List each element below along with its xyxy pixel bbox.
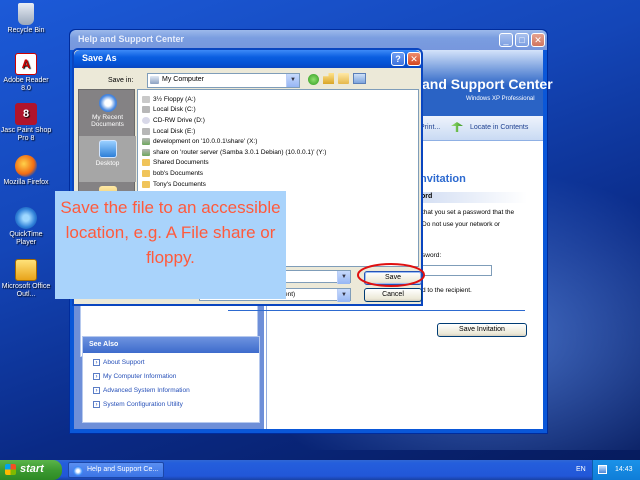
- minimize-button[interactable]: _: [499, 33, 513, 47]
- file-row[interactable]: Local Disk (C:): [142, 105, 418, 116]
- chevron-down-icon[interactable]: ▼: [286, 74, 299, 87]
- file-row[interactable]: share on 'router server (Samba 3.0.1 Deb…: [142, 147, 418, 158]
- start-label: start: [20, 463, 44, 475]
- my-computer-icon: [150, 76, 159, 84]
- file-row[interactable]: 3½ Floppy (A:): [142, 94, 418, 105]
- close-button[interactable]: ✕: [407, 52, 421, 66]
- firefox-icon: [15, 155, 37, 177]
- locate-in-contents-link[interactable]: Locate in Contents: [470, 124, 528, 131]
- save-in-value: My Computer: [162, 76, 205, 83]
- bullet-icon: ›: [93, 372, 100, 380]
- desktop-icon-adobe-reader[interactable]: A Adobe Reader 8.0: [0, 53, 52, 93]
- desktop-icon-recycle-bin[interactable]: Recycle Bin: [0, 3, 52, 35]
- help-window-titlebar[interactable]: Help and Support Center: [70, 30, 547, 50]
- clock[interactable]: 14:43: [615, 466, 633, 473]
- see-also-item[interactable]: › Advanced System Information: [83, 383, 259, 397]
- divider: [228, 310, 525, 311]
- file-row[interactable]: Tony's Documents: [142, 179, 418, 190]
- file-row[interactable]: Shared Documents: [142, 158, 418, 169]
- help-center-icon: [73, 466, 83, 476]
- folder-icon: [142, 159, 150, 167]
- file-row[interactable]: development on '10.0.0.1\share' (X:): [142, 136, 418, 147]
- help-edition: Windows XP Professional: [466, 96, 535, 102]
- cancel-button[interactable]: Cancel: [364, 288, 422, 302]
- password-input[interactable]: [422, 265, 492, 276]
- back-icon[interactable]: [308, 74, 319, 85]
- close-button[interactable]: ✕: [531, 33, 545, 47]
- cd-drive-icon: [142, 116, 150, 124]
- network-drive-icon: [142, 148, 150, 156]
- invitation-text-line2: Do not use your network or: [422, 221, 501, 228]
- file-row[interactable]: bob's Documents: [142, 168, 418, 179]
- save-in-label: Save in:: [108, 77, 134, 84]
- save-as-titlebar[interactable]: Save As: [74, 50, 421, 68]
- chevron-down-icon[interactable]: ▼: [337, 289, 350, 302]
- quicktime-icon: [15, 207, 37, 229]
- folder-icon: [142, 169, 150, 177]
- hard-disk-icon: [142, 127, 150, 135]
- save-highlight-ring: [357, 263, 425, 287]
- hard-disk-icon: [142, 106, 150, 114]
- recipient-text: d to the recipient.: [422, 287, 472, 294]
- desktop-icon-label: Recycle Bin: [7, 27, 45, 34]
- file-row[interactable]: Local Disk (E:): [142, 126, 418, 137]
- callout-text: Save the file to an accessible location,…: [60, 198, 281, 267]
- desktop-icon-paint-shop-pro[interactable]: 8 Jasc Paint Shop Pro 8: [0, 103, 52, 143]
- desktop-icon-outlook[interactable]: Microsoft Office Outl...: [0, 259, 52, 299]
- outlook-icon: [15, 259, 37, 281]
- see-also-item[interactable]: › My Computer Information: [83, 369, 259, 383]
- save-in-combo[interactable]: My Computer ▼: [147, 73, 300, 88]
- see-also-title: See Also: [83, 337, 259, 353]
- system-tray: 14:43: [592, 460, 640, 480]
- save-as-title: Save As: [82, 53, 117, 63]
- help-button[interactable]: ?: [391, 52, 405, 66]
- folder-icon: [142, 180, 150, 188]
- adobe-reader-icon: A: [15, 53, 37, 75]
- help-brand-title: and Support Center: [422, 76, 553, 92]
- start-button[interactable]: start: [0, 460, 62, 480]
- see-also-item[interactable]: › System Configuration Utility: [83, 397, 259, 411]
- see-also-panel: See Also › About Support › My Computer Inf…: [82, 336, 260, 423]
- desktop-icon-label: Mozilla Firefox: [3, 179, 49, 186]
- views-menu-icon[interactable]: [353, 73, 366, 84]
- help-window-title: Help and Support Center: [78, 34, 185, 44]
- desktop-icon-label: Microsoft Office Outl...: [1, 283, 51, 298]
- floppy-drive-icon: [142, 95, 150, 103]
- place-my-recent-documents[interactable]: My Recent Documents: [79, 90, 136, 136]
- bullet-icon: ›: [93, 386, 100, 394]
- desktop-icon-label: Adobe Reader 8.0: [3, 77, 49, 92]
- windows-logo-icon: [5, 464, 16, 475]
- maximize-button[interactable]: □: [515, 33, 529, 47]
- save-invitation-button[interactable]: Save Invitation: [437, 323, 527, 337]
- desktop-icon-label: Jasc Paint Shop Pro 8: [0, 127, 52, 142]
- password-section-label: ord: [419, 192, 527, 203]
- taskbar-item-label: Help and Support Ce...: [87, 466, 159, 473]
- up-folder-icon[interactable]: [323, 73, 334, 84]
- invitation-text-line1: that you set a password that the: [422, 209, 515, 216]
- password-label: sword:: [422, 252, 442, 259]
- place-desktop[interactable]: Desktop: [79, 136, 136, 182]
- recent-documents-icon: [98, 94, 117, 112]
- desktop-icon-quicktime[interactable]: QuickTime Player: [0, 207, 52, 247]
- desktop-icon-firefox[interactable]: Mozilla Firefox: [0, 155, 52, 187]
- instruction-callout: Save the file to an accessible location,…: [55, 191, 286, 299]
- network-tray-icon[interactable]: [598, 465, 607, 474]
- locate-arrow-icon: [451, 122, 463, 132]
- recycle-bin-icon: [18, 3, 34, 25]
- bullet-icon: ›: [93, 400, 100, 408]
- paint-shop-pro-icon: 8: [15, 103, 37, 125]
- invitation-heading: nvitation: [420, 173, 466, 185]
- see-also-item[interactable]: › About Support: [83, 355, 259, 369]
- file-row[interactable]: CD-RW Drive (D:): [142, 115, 418, 126]
- desktop-icon-label: QuickTime Player: [9, 231, 43, 246]
- bullet-icon: ›: [93, 358, 100, 366]
- language-indicator[interactable]: EN: [576, 466, 586, 473]
- taskbar-item-help-support[interactable]: Help and Support Ce...: [68, 462, 164, 478]
- chevron-down-icon[interactable]: ▼: [337, 271, 350, 284]
- print-link[interactable]: Print...: [420, 124, 440, 131]
- desktop-icon: [98, 140, 117, 158]
- taskbar: start Help and Support Ce... EN 14:43: [0, 460, 640, 480]
- new-folder-icon[interactable]: [338, 73, 349, 84]
- network-drive-icon: [142, 138, 150, 146]
